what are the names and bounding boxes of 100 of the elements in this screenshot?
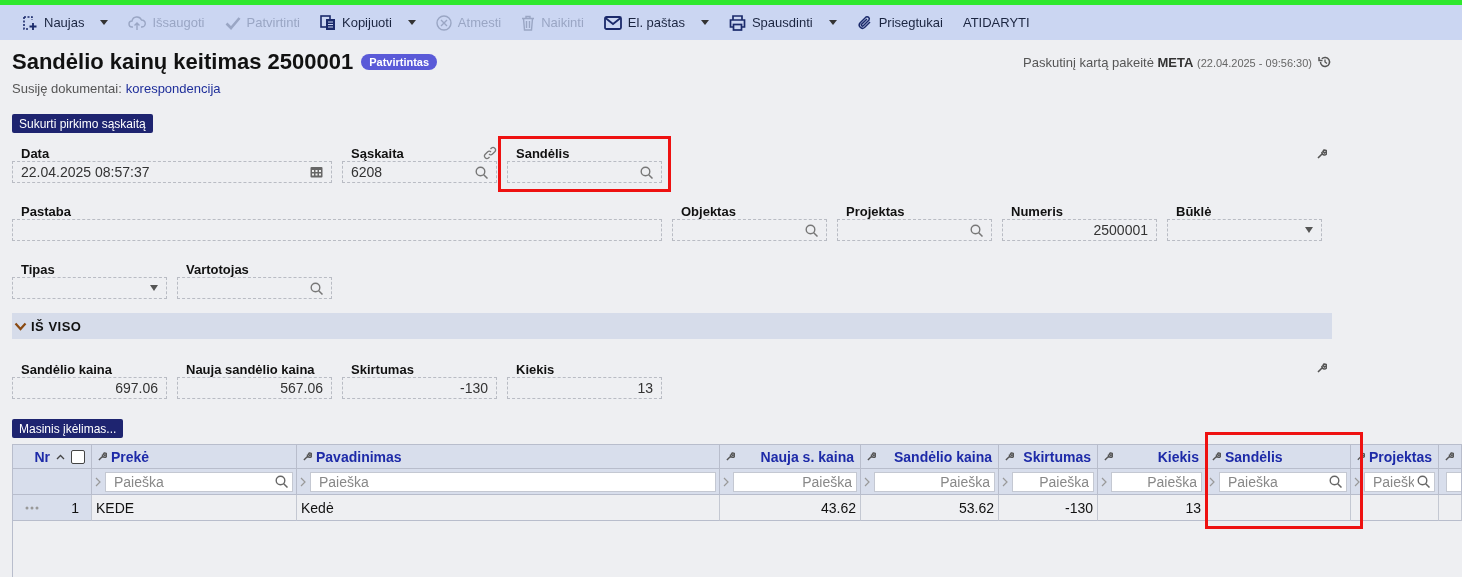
chevron-right-icon[interactable] (1101, 476, 1107, 487)
table-cell: 53.62 (861, 495, 999, 521)
search-icon[interactable] (805, 223, 818, 237)
input-field[interactable] (507, 161, 662, 183)
dropdown-field[interactable] (12, 277, 167, 299)
column-title: Projektas (1368, 448, 1432, 465)
wrench-icon[interactable] (1445, 452, 1454, 461)
wrench-icon[interactable] (1357, 452, 1365, 461)
wrench-icon[interactable] (867, 452, 876, 461)
bulk-import-button[interactable]: Masinis įkėlimas... (12, 419, 124, 438)
column-header[interactable]: Kiekis (1098, 444, 1206, 469)
table-cell: Kedė (297, 495, 720, 521)
wrench-icon[interactable] (303, 452, 312, 461)
row-number-cell[interactable]: 1 (13, 495, 92, 521)
table-cell: KEDE (92, 495, 297, 521)
column-header[interactable]: Prekė (92, 444, 297, 469)
column-title: Pavadinimas (316, 448, 403, 465)
filter-field[interactable]: Paieška (1111, 471, 1202, 492)
chevron-right-icon[interactable] (95, 476, 101, 487)
search-icon[interactable] (310, 281, 323, 295)
sort-up-icon[interactable] (56, 453, 65, 460)
document-title: Sandėlio kainų keitimas 2500001 (12, 49, 354, 75)
related-document-link[interactable]: korespondencija (125, 81, 221, 96)
column-header[interactable]: Sandėlio kaina (861, 444, 999, 469)
column-title: Nauja s. kaina (759, 448, 854, 465)
field-label: Sąskaita (351, 145, 404, 161)
chevron-right-icon[interactable] (1354, 476, 1360, 487)
dropdown-arrow-icon[interactable] (1305, 227, 1313, 233)
column-header[interactable]: Projektas (1351, 444, 1439, 469)
input-field[interactable]: -130 (342, 377, 497, 399)
column-header[interactable]: Nauja s. kaina (720, 444, 861, 469)
input-field[interactable] (837, 219, 992, 241)
chevron-right-icon[interactable] (723, 476, 729, 487)
filter-field[interactable]: Paieška (310, 471, 716, 492)
select-all-checkbox[interactable] (71, 449, 85, 464)
history-icon[interactable] (1318, 55, 1332, 69)
cloud-upload-icon (128, 14, 147, 31)
field-label: Būklė (1176, 203, 1212, 219)
column-header[interactable]: Nr (13, 444, 92, 469)
chevron-right-icon[interactable] (1002, 476, 1008, 487)
cancel-icon (435, 14, 452, 31)
input-field[interactable]: 697.06 (12, 377, 167, 399)
dropdown-field[interactable] (1167, 219, 1322, 241)
filter-field[interactable]: Paieška (1012, 471, 1094, 492)
related-documents-label: Susiję dokumentai: (12, 81, 122, 96)
field-label: Pastaba (21, 203, 71, 219)
filter-field[interactable]: Paieška (1219, 471, 1347, 492)
filter-field[interactable]: Paieška (874, 471, 995, 492)
filter-field[interactable]: Paieška (105, 471, 293, 492)
field-label: Tipas (21, 261, 55, 277)
field-label: Data (21, 145, 50, 161)
input-field[interactable]: 13 (507, 377, 662, 399)
toolbar-button[interactable]: El. paštas (593, 5, 719, 40)
link-icon[interactable] (483, 146, 497, 160)
search-icon[interactable] (1329, 475, 1342, 488)
wrench-icon[interactable] (1317, 363, 1327, 373)
input-field[interactable]: 567.06 (177, 377, 332, 399)
input-field[interactable]: 22.04.2025 08:57:37 (12, 161, 332, 183)
filter-field[interactable] (1446, 471, 1461, 492)
more-icon[interactable] (25, 505, 39, 510)
field-label: Sandėlio kaina (21, 361, 113, 377)
toolbar-button[interactable]: Spausdinti (718, 5, 847, 40)
search-icon[interactable] (275, 475, 288, 488)
toolbar-button[interactable]: Naujas (12, 5, 119, 40)
column-header[interactable] (1439, 444, 1462, 469)
wrench-icon[interactable] (726, 452, 735, 461)
wrench-icon[interactable] (1317, 149, 1327, 159)
create-invoice-button[interactable]: Sukurti pirkimo sąskaitą (12, 114, 153, 133)
filter-field[interactable]: Paieška (733, 471, 857, 492)
toolbar-button[interactable]: Prisegtukai (846, 5, 953, 40)
chevron-right-icon[interactable] (1209, 476, 1215, 487)
input-field[interactable] (672, 219, 827, 241)
dropdown-arrow-icon[interactable] (150, 285, 158, 291)
chevron-right-icon[interactable] (300, 476, 306, 487)
search-icon[interactable] (475, 165, 488, 179)
input-field[interactable]: 2500001 (1002, 219, 1157, 241)
toolbar-button[interactable]: Kopijuoti (310, 5, 426, 40)
wrench-icon[interactable] (1005, 452, 1014, 461)
column-title: Sandėlio kaina (892, 448, 992, 465)
printer-icon (728, 14, 746, 31)
wrench-icon[interactable] (1104, 452, 1113, 461)
toolbar-button[interactable]: ATIDARYTI (952, 5, 1040, 40)
search-icon[interactable] (1417, 475, 1430, 488)
column-header[interactable]: Sandėlis (1206, 444, 1351, 469)
search-icon[interactable] (970, 223, 983, 237)
calendar-icon[interactable] (310, 166, 323, 178)
paperclip-icon (856, 14, 873, 31)
column-header[interactable]: Pavadinimas (297, 444, 720, 469)
wrench-icon[interactable] (1212, 452, 1221, 461)
table-cell: 43.62 (720, 495, 861, 521)
search-icon[interactable] (640, 165, 653, 179)
wrench-icon[interactable] (98, 452, 107, 461)
field-label: Numeris (1011, 203, 1064, 219)
input-field[interactable]: 6208 (342, 161, 497, 183)
field-label: Nauja sandėlio kaina (186, 361, 315, 377)
section-header[interactable]: IŠ VISO (12, 313, 1332, 339)
input-field[interactable] (12, 219, 662, 241)
column-header[interactable]: Skirtumas (999, 444, 1098, 469)
chevron-right-icon[interactable] (864, 476, 870, 487)
input-field[interactable] (177, 277, 332, 299)
